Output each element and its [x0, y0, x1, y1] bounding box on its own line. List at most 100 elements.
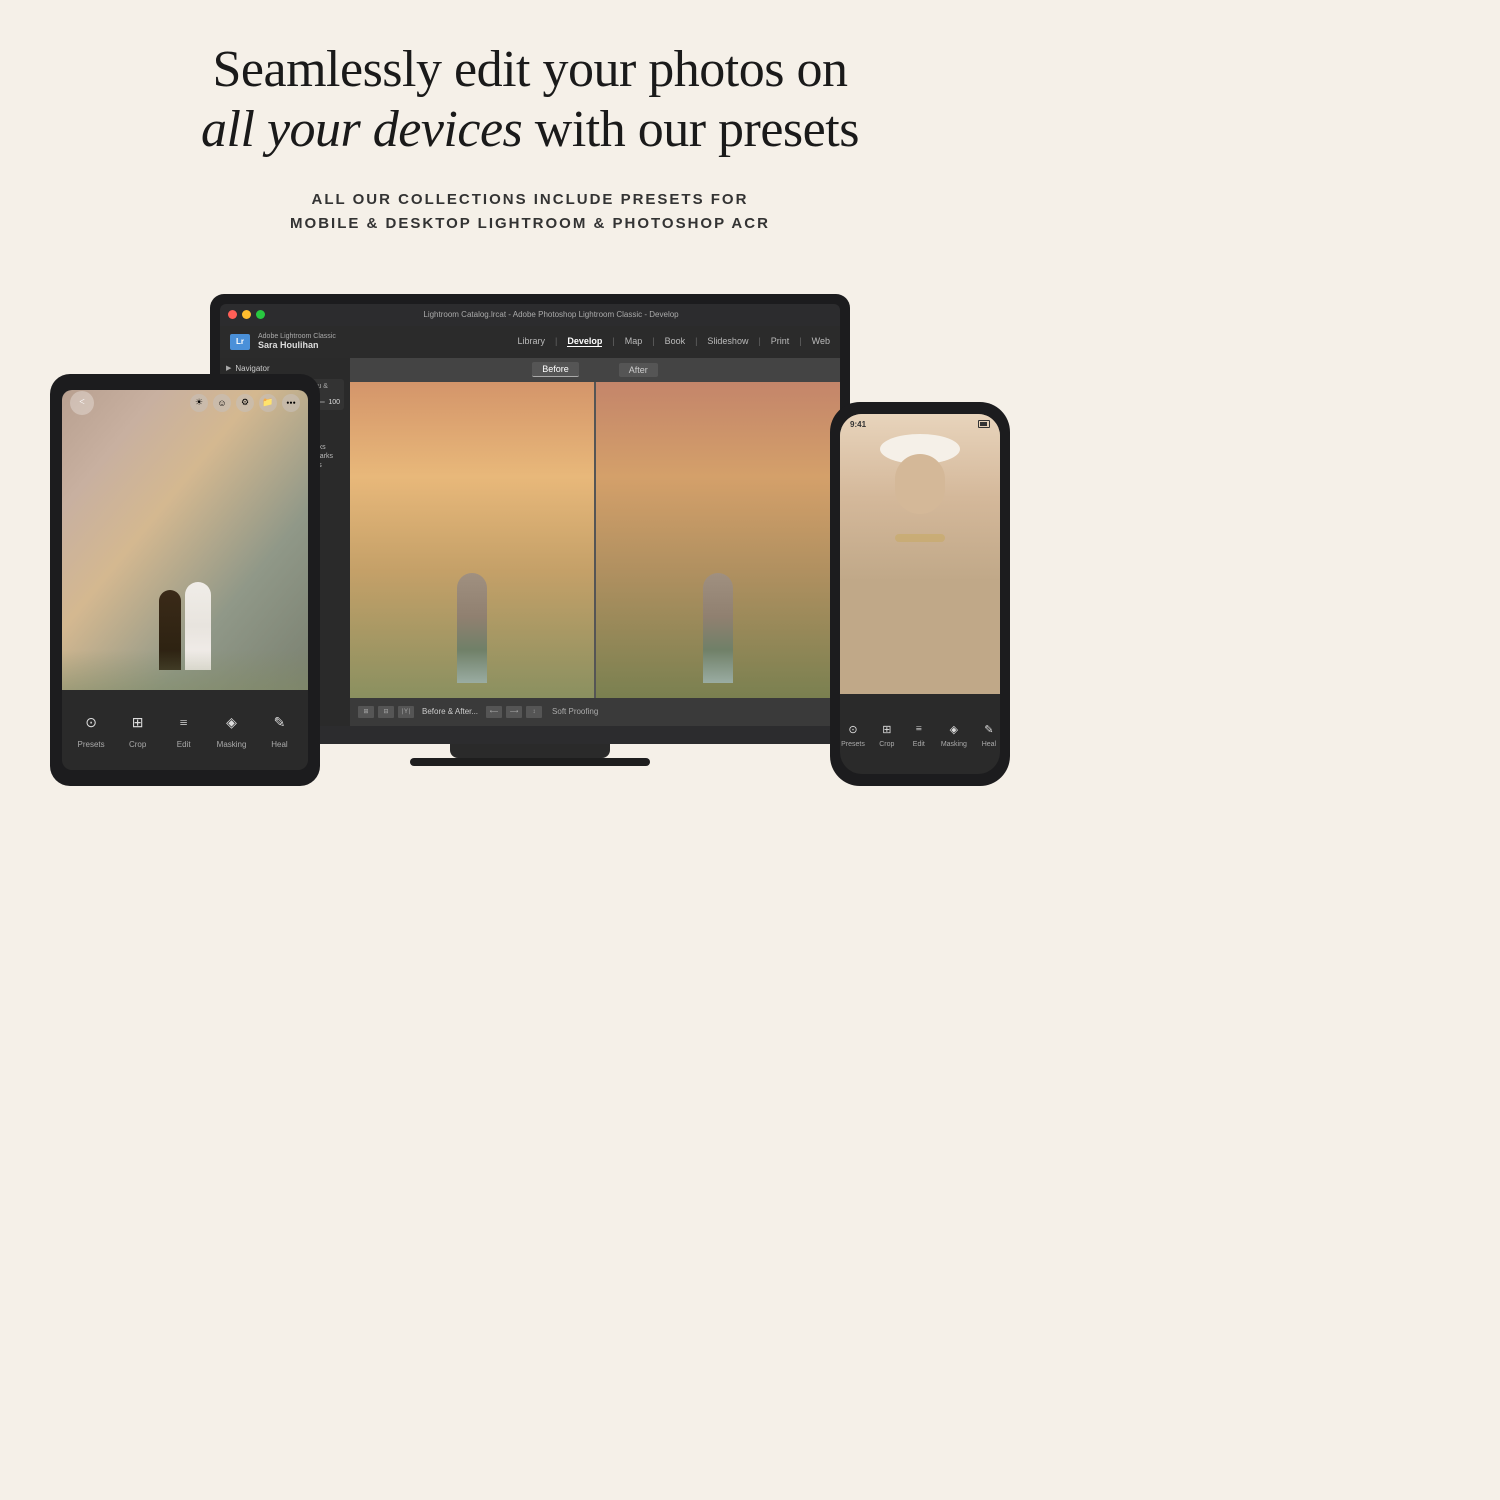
lr-nav-map[interactable]: Map	[625, 336, 643, 347]
phone-face	[895, 454, 945, 514]
phone-masking-icon: ◈	[944, 719, 964, 739]
lr-nav-library[interactable]: Library	[517, 336, 545, 347]
phone-presets-icon: ⊙	[843, 719, 863, 739]
lr-bb-icon2: ⊟	[378, 706, 394, 718]
lr-photo-after	[596, 382, 840, 698]
lr-navigator: ▶ Navigator	[226, 364, 344, 373]
tablet-icon-face[interactable]: ☺	[213, 394, 231, 412]
header-section: Seamlessly edit your photos on all your …	[141, 0, 919, 246]
tablet-frame: < ☀ ☺ ⚙ 📁 ••• ⊙ Preset	[50, 374, 320, 786]
subtitle-line2: MOBILE & DESKTOP LIGHTROOM & PHOTOSHOP A…	[290, 215, 770, 232]
tablet-tools-row: ⊙ Presets ⊞ Crop ≡ Edit ◈	[78, 703, 293, 757]
tablet-toolbar: ⊙ Presets ⊞ Crop ≡ Edit ◈	[62, 690, 308, 770]
tablet-icon-sun[interactable]: ☀	[190, 394, 208, 412]
lr-soft-proof-label: Soft Proofing	[552, 707, 598, 716]
necklace	[895, 534, 945, 542]
tablet-back-button[interactable]: <	[70, 391, 94, 415]
phone-tools-row: ⊙ Presets ⊞ Crop ≡ Edit ◈	[841, 713, 999, 754]
phone-toolbar: ⊙ Presets ⊞ Crop ≡ Edit ◈	[840, 694, 1000, 774]
tablet-photo: < ☀ ☺ ⚙ 📁 •••	[62, 390, 308, 690]
tablet-heal-label: Heal	[271, 740, 287, 749]
tablet-tool-presets[interactable]: ⊙ Presets	[78, 711, 105, 749]
lr-photo-area: Before After ⊞	[350, 358, 840, 726]
presets-icon: ⊙	[78, 711, 104, 737]
landscape-overlay	[62, 650, 308, 690]
lr-bb-icon4: ⟵	[486, 706, 502, 718]
title-italic: all your devices	[201, 101, 522, 158]
phone-heal-label: Heal	[982, 741, 996, 748]
edit-icon: ≡	[171, 711, 197, 737]
phone-device: 9:41 ⊙ Presets	[830, 402, 1010, 786]
laptop-stand	[450, 744, 610, 758]
tablet-tool-masking[interactable]: ◈ Masking	[217, 711, 247, 749]
phone-tool-edit[interactable]: ≡ Edit	[909, 719, 929, 748]
title-line1: Seamlessly edit your photos on	[213, 41, 848, 98]
lr-before-after-bar: Before After	[350, 358, 840, 382]
lr-username: Sara Houlihan	[258, 340, 336, 350]
phone-screen: 9:41 ⊙ Presets	[840, 414, 1000, 774]
lr-nav-develop[interactable]: Develop	[567, 336, 602, 347]
title-line2: with our presets	[535, 101, 859, 158]
tablet-edit-label: Edit	[177, 740, 191, 749]
lr-nav-print[interactable]: Print	[771, 336, 790, 347]
lr-nav-web[interactable]: Web	[812, 336, 830, 347]
lr-bb-icon1: ⊞	[358, 706, 374, 718]
phone-tool-heal[interactable]: ✎ Heal	[979, 719, 999, 748]
main-title: Seamlessly edit your photos on all your …	[201, 40, 859, 160]
tablet-masking-label: Masking	[217, 740, 247, 749]
lr-amount-value: 100	[328, 399, 340, 406]
phone-masking-label: Masking	[941, 741, 967, 748]
lr-before-after-dropdown[interactable]: Before & After...	[422, 707, 478, 716]
phone-presets-label: Presets	[841, 741, 865, 748]
lr-nav-book[interactable]: Book	[665, 336, 686, 347]
person-figure-before	[457, 573, 487, 683]
phone-edit-icon: ≡	[909, 719, 929, 739]
phone-tool-crop[interactable]: ⊞ Crop	[877, 719, 897, 748]
traffic-light-green[interactable]	[256, 310, 265, 319]
lr-photo-before	[350, 382, 594, 698]
masking-icon: ◈	[219, 711, 245, 737]
subtitle-line1: ALL OUR COLLECTIONS INCLUDE PRESETS FOR	[312, 191, 749, 208]
heal-icon: ✎	[266, 711, 292, 737]
lr-topbar: Lr Adobe Lightroom Classic Sara Houlihan…	[220, 326, 840, 358]
phone-battery-icon	[978, 420, 990, 428]
phone-person-bg	[840, 414, 1000, 694]
lr-after-btn[interactable]: After	[619, 363, 658, 377]
lr-bb-icon5: ⟶	[506, 706, 522, 718]
lr-navigator-label: Navigator	[235, 364, 269, 373]
tablet-device: < ☀ ☺ ⚙ 📁 ••• ⊙ Preset	[50, 374, 320, 786]
phone-tool-masking[interactable]: ◈ Masking	[941, 719, 967, 748]
devices-section: Lightroom Catalog.lrcat - Adobe Photosho…	[0, 266, 1060, 826]
phone-time: 9:41	[850, 420, 866, 429]
tablet-icon-folder[interactable]: 📁	[259, 394, 277, 412]
crop-icon: ⊞	[125, 711, 151, 737]
lr-bb-icon3: ∣Y∣	[398, 706, 414, 718]
phone-crop-label: Crop	[879, 741, 894, 748]
subtitle: ALL OUR COLLECTIONS INCLUDE PRESETS FOR …	[201, 188, 859, 236]
traffic-light-yellow[interactable]	[242, 310, 251, 319]
lr-before-btn[interactable]: Before	[532, 362, 579, 377]
phone-frame: 9:41 ⊙ Presets	[830, 402, 1010, 786]
tablet-screen: < ☀ ☺ ⚙ 📁 ••• ⊙ Preset	[62, 390, 308, 770]
tablet-crop-label: Crop	[129, 740, 146, 749]
tablet-tool-edit[interactable]: ≡ Edit	[171, 711, 197, 749]
laptop-title-text: Lightroom Catalog.lrcat - Adobe Photosho…	[270, 310, 832, 319]
tablet-icon-more[interactable]: •••	[282, 394, 300, 412]
phone-photo: 9:41	[840, 414, 1000, 694]
lr-nav-slideshow[interactable]: Slideshow	[707, 336, 748, 347]
tablet-presets-label: Presets	[78, 740, 105, 749]
person-figure-after	[703, 573, 733, 683]
phone-status-icons	[978, 420, 990, 428]
lr-bottom-bar: ⊞ ⊟ ∣Y∣ Before & After... ⟵ ⟶ ↕ Soft Pro…	[350, 698, 840, 726]
phone-heal-icon: ✎	[979, 719, 999, 739]
lr-app-name: Adobe Lightroom Classic	[258, 333, 336, 340]
phone-tool-presets[interactable]: ⊙ Presets	[841, 719, 865, 748]
lr-nav: Library | Develop | Map | Book | Slidesh…	[517, 336, 830, 347]
phone-crop-icon: ⊞	[877, 719, 897, 739]
traffic-light-red[interactable]	[228, 310, 237, 319]
tablet-tool-crop[interactable]: ⊞ Crop	[125, 711, 151, 749]
lr-user-info: Adobe Lightroom Classic Sara Houlihan	[258, 333, 336, 350]
tablet-tool-heal[interactable]: ✎ Heal	[266, 711, 292, 749]
tablet-icon-gear[interactable]: ⚙	[236, 394, 254, 412]
phone-edit-label: Edit	[913, 741, 925, 748]
